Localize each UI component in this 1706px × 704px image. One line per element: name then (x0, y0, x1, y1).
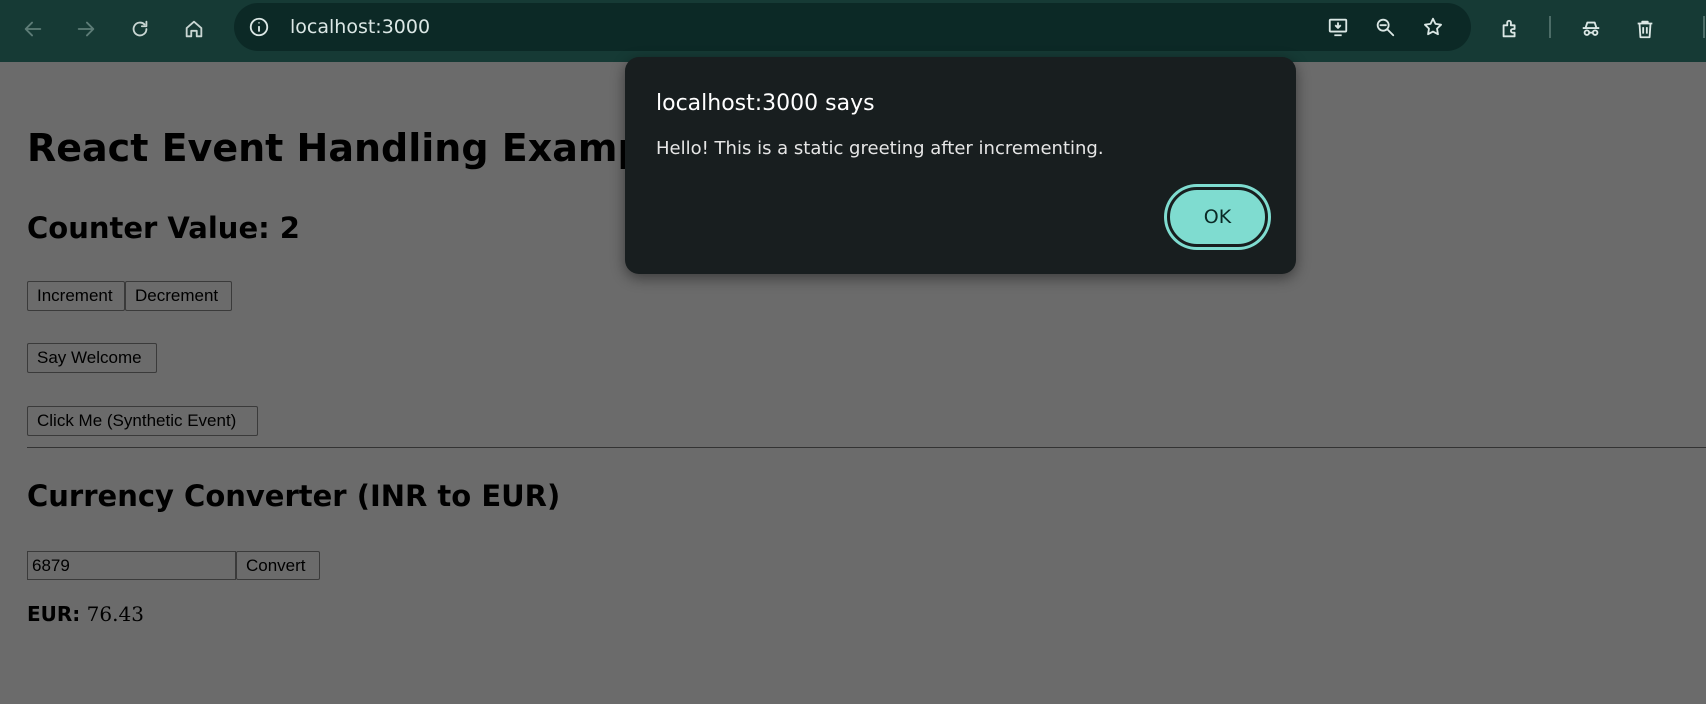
alert-dialog: localhost:3000 says Hello! This is a sta… (625, 57, 1296, 274)
conversion-result: EUR: 76.43 (27, 602, 144, 626)
dialog-message: Hello! This is a static greeting after i… (656, 138, 1104, 159)
say-welcome-button[interactable]: Say Welcome (27, 343, 157, 373)
forward-icon[interactable] (66, 9, 106, 49)
ok-button[interactable]: OK (1167, 187, 1268, 247)
trash-icon[interactable] (1625, 9, 1665, 49)
increment-button[interactable]: Increment (27, 281, 125, 311)
toolbar-divider (1549, 16, 1551, 38)
home-icon[interactable] (174, 9, 214, 49)
zoom-icon[interactable] (1370, 12, 1400, 42)
synthetic-event-button[interactable]: Click Me (Synthetic Event) (27, 406, 258, 436)
converter-heading: Currency Converter (INR to EUR) (27, 479, 561, 513)
site-info-icon[interactable] (246, 14, 272, 40)
extensions-icon[interactable] (1490, 9, 1530, 49)
page-title: React Event Handling Example (27, 126, 684, 170)
counter-value: Counter Value: 2 (27, 211, 300, 245)
incognito-icon[interactable] (1571, 9, 1611, 49)
result-value: 76.43 (86, 602, 144, 626)
convert-button[interactable]: Convert (236, 551, 320, 580)
browser-toolbar: localhost:3000 (0, 0, 1706, 62)
divider (27, 447, 1706, 448)
toolbar-divider (1703, 16, 1705, 38)
bookmark-star-icon[interactable] (1418, 12, 1448, 42)
back-icon[interactable] (13, 9, 53, 49)
result-label: EUR: (27, 602, 81, 626)
inr-amount-input[interactable]: 6879 (27, 551, 236, 580)
dialog-title: localhost:3000 says (656, 91, 875, 116)
url-text[interactable]: localhost:3000 (290, 3, 430, 51)
reload-icon[interactable] (120, 9, 160, 49)
decrement-button[interactable]: Decrement (125, 281, 232, 311)
install-app-icon[interactable] (1323, 12, 1353, 42)
address-bar[interactable]: localhost:3000 (234, 3, 1471, 51)
